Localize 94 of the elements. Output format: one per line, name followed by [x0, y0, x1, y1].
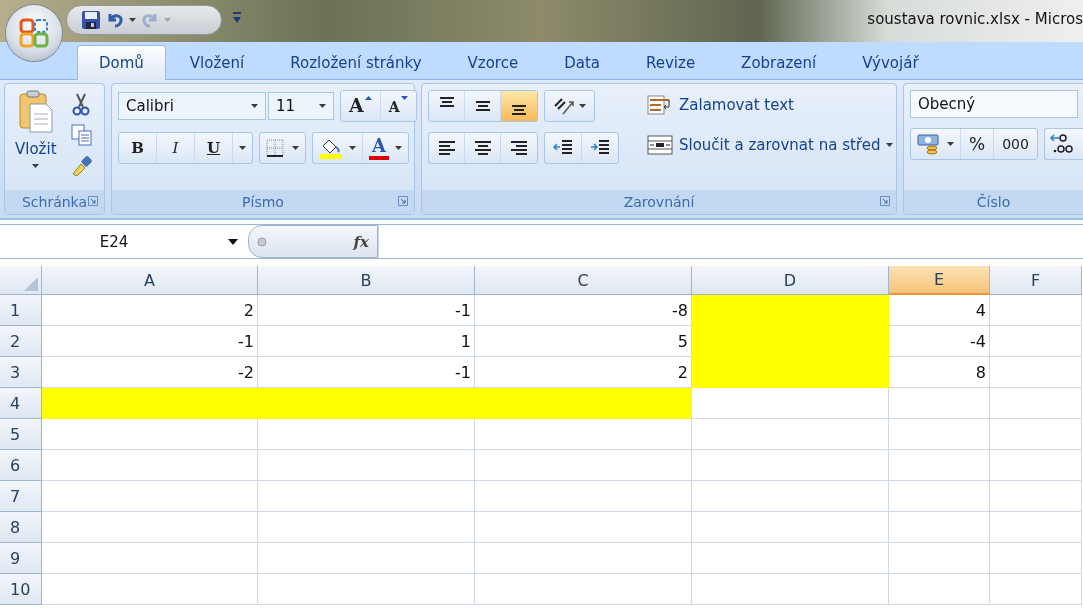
ribbon-tab[interactable]: Domů [77, 45, 166, 80]
customize-toolbar-icon[interactable] [232, 12, 242, 24]
percent-button[interactable]: % [961, 129, 995, 159]
table-cell: 8 [889, 357, 990, 388]
ribbon-tab[interactable]: Vložení [167, 45, 267, 79]
row-header[interactable]: 9 [0, 543, 42, 574]
ribbon-tab[interactable]: Zobrazení [719, 45, 839, 79]
grow-font-button[interactable]: A [341, 91, 381, 121]
align-top-icon [439, 97, 454, 107]
paste-button[interactable]: Vložit [11, 90, 61, 190]
align-bottom-button[interactable] [501, 91, 537, 121]
merge-cells-icon [647, 134, 673, 156]
table-cell: -1 [258, 295, 475, 326]
column-header[interactable]: B [258, 266, 475, 295]
ribbon-tab[interactable]: Vzorce [445, 45, 541, 79]
office-button[interactable] [6, 5, 62, 61]
down-arrow-icon [400, 96, 408, 100]
number-format-field[interactable]: Obecný [910, 90, 1078, 118]
row-header[interactable]: 4 [0, 388, 42, 419]
orientation-dropdown-icon[interactable] [579, 104, 586, 108]
increase-indent-icon [590, 139, 610, 157]
column-header[interactable]: A [42, 266, 258, 295]
table-cell: -1 [42, 326, 258, 357]
table-cell: -4 [889, 326, 990, 357]
resize-handle-icon[interactable] [257, 236, 267, 247]
row-header[interactable]: 3 [0, 357, 42, 388]
align-center-icon [474, 141, 491, 155]
table-cell: 2 [42, 295, 258, 326]
row-header[interactable]: 5 [0, 419, 42, 450]
row-header[interactable]: 8 [0, 512, 42, 543]
fill-color-icon[interactable] [319, 137, 343, 159]
wrap-text-icon [647, 94, 673, 116]
copy-icon[interactable] [70, 124, 93, 146]
column-header[interactable]: F [990, 266, 1082, 295]
row-header[interactable]: 6 [0, 450, 42, 481]
scissors-icon[interactable] [70, 92, 91, 116]
currency-format-icon[interactable] [917, 133, 941, 155]
text-orientation-icon[interactable] [553, 96, 575, 116]
column-header[interactable]: E [889, 266, 990, 295]
column-header[interactable]: C [475, 266, 692, 295]
insert-function-button[interactable]: fx [353, 232, 369, 251]
italic-button[interactable]: I [157, 133, 195, 163]
increase-decimal-icon[interactable] [1048, 133, 1075, 155]
font-color-dropdown-icon[interactable] [394, 146, 402, 150]
save-icon[interactable] [81, 10, 101, 30]
clipboard-icon [17, 90, 54, 134]
row-header[interactable]: 10 [0, 574, 42, 605]
up-arrow-icon [364, 96, 372, 100]
format-painter-icon[interactable] [70, 154, 95, 176]
group-title: Písmo [242, 194, 284, 210]
decrease-indent-icon [553, 139, 573, 157]
dialog-launcher-icon[interactable] [398, 196, 408, 206]
underline-button[interactable]: U [195, 133, 233, 163]
ribbon-tab[interactable]: Vývojář [840, 45, 941, 79]
font-size-field[interactable]: 11 [268, 92, 334, 120]
merge-center-button[interactable]: Sloučit a zarovnat na střed [643, 132, 898, 158]
ribbon-tab[interactable]: Rozložení stránky [268, 45, 444, 79]
merge-dropdown-icon[interactable] [886, 143, 894, 147]
font-name-field[interactable]: Calibri [118, 92, 266, 120]
underline-dropdown-icon[interactable] [239, 146, 246, 150]
align-middle-icon [475, 101, 490, 111]
dropdown-caret-icon[interactable] [228, 238, 238, 245]
align-left-icon [438, 141, 455, 155]
undo-dropdown-icon[interactable] [129, 18, 136, 22]
fill-color-dropdown-icon[interactable] [349, 146, 356, 150]
align-right-icon [511, 141, 527, 155]
row-header[interactable]: 2 [0, 326, 42, 357]
thousands-separator-button[interactable]: 000 [994, 129, 1037, 159]
bold-button[interactable]: B [119, 133, 157, 163]
group-title: Schránka [21, 194, 88, 210]
borders-icon[interactable] [266, 139, 284, 157]
ribbon-tab[interactable]: Data [542, 45, 622, 79]
shrink-font-button[interactable]: A [380, 91, 416, 121]
dialog-launcher-icon[interactable] [88, 196, 98, 206]
row-header[interactable]: 7 [0, 481, 42, 512]
dropdown-caret-icon[interactable] [319, 104, 326, 108]
font-color-button[interactable]: A [369, 136, 389, 160]
dropdown-caret-icon[interactable] [251, 104, 258, 108]
corner-triangle-icon [24, 277, 38, 291]
borders-dropdown-icon[interactable] [292, 146, 299, 150]
align-bottom-icon [512, 105, 526, 115]
currency-dropdown-icon[interactable] [947, 142, 954, 146]
table-cell: 1 [258, 326, 475, 357]
column-header[interactable]: D [692, 266, 889, 295]
row-header[interactable]: 1 [0, 295, 42, 326]
dialog-launcher-icon[interactable] [880, 196, 890, 206]
paste-dropdown-icon[interactable] [32, 164, 40, 168]
ribbon-tab[interactable]: Revize [624, 45, 718, 79]
window-title: soustava rovnic.xlsx - Micros [867, 10, 1083, 28]
office-logo-icon [19, 18, 49, 48]
wrap-text-button[interactable]: Zalamovat text [643, 92, 898, 118]
group-title: Číslo [976, 194, 1011, 210]
group-title: Zarovnání [623, 194, 695, 210]
table-cell: 4 [889, 295, 990, 326]
